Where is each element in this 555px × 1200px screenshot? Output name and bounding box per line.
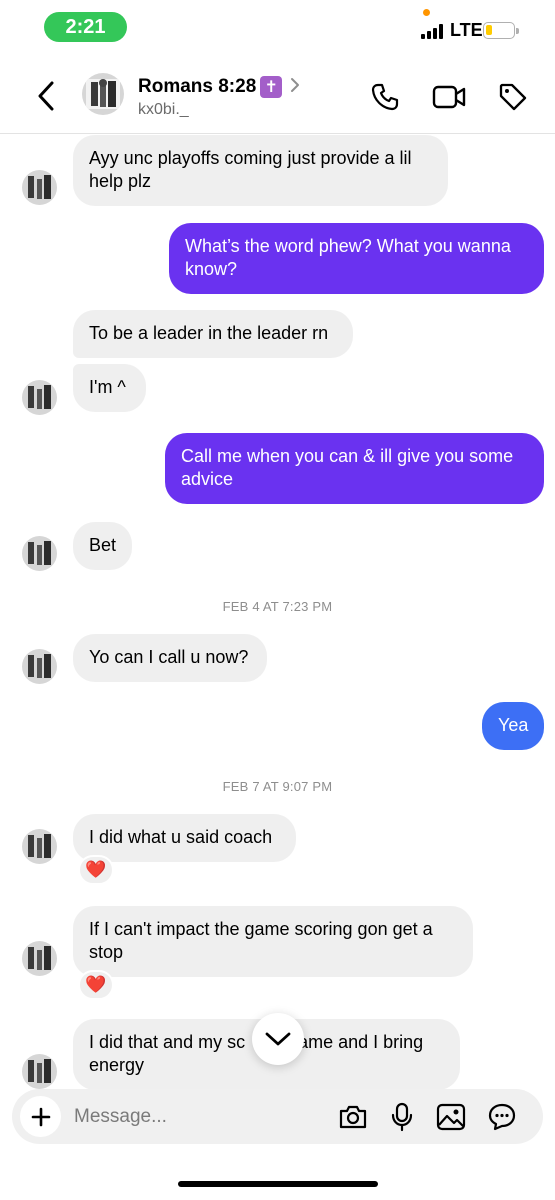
voice-call-button[interactable]: [368, 80, 402, 114]
sender-avatar[interactable]: [22, 829, 57, 864]
status-time: 2:21: [44, 12, 127, 42]
heart-reaction[interactable]: ❤️: [78, 970, 114, 1000]
cross-emoji: ✝: [260, 76, 283, 98]
camera-button[interactable]: [337, 1101, 369, 1133]
network-label: LTE: [450, 20, 483, 40]
incoming-message[interactable]: Ayy unc playoffs coming just provide a l…: [73, 135, 448, 206]
date-divider: FEB 4 AT 7:23 PM: [222, 599, 333, 614]
message-thread[interactable]: Ayy unc playoffs coming just provide a l…: [0, 135, 555, 1090]
sender-avatar[interactable]: [22, 1054, 57, 1089]
tag-icon: [499, 83, 527, 111]
microphone-icon: [391, 1102, 413, 1132]
chevron-right-icon[interactable]: [288, 76, 302, 94]
status-bar: 2:21 LTE: [0, 0, 555, 56]
sender-avatar[interactable]: [22, 380, 57, 415]
sticker-button[interactable]: [486, 1101, 518, 1133]
incoming-message[interactable]: I'm ^: [73, 364, 146, 412]
chat-header: Romans 8:28 ✝ kx0bi._: [0, 56, 555, 134]
contact-name-text: Romans 8:28: [138, 76, 257, 97]
contact-handle: kx0bi._: [138, 101, 189, 118]
plus-icon: [31, 1107, 50, 1126]
label-button[interactable]: [496, 80, 530, 114]
date-divider: FEB 7 AT 9:07 PM: [222, 779, 333, 794]
incoming-message[interactable]: To be a leader in the leader rn: [73, 310, 353, 358]
chat-bubble-icon: [488, 1103, 516, 1131]
message-composer: [12, 1089, 543, 1144]
image-icon: [436, 1103, 466, 1131]
camera-icon: [339, 1105, 367, 1129]
video-call-button[interactable]: [432, 80, 466, 114]
outgoing-message[interactable]: What’s the word phew? What you wanna kno…: [169, 223, 544, 294]
incoming-message[interactable]: If I can't impact the game scoring gon g…: [73, 906, 473, 977]
home-indicator: [178, 1181, 378, 1187]
outgoing-message[interactable]: Call me when you can & ill give you some…: [165, 433, 544, 504]
phone-icon: [371, 83, 399, 111]
outgoing-message[interactable]: Yea: [482, 702, 544, 750]
chevron-down-icon: [265, 1032, 291, 1046]
chevron-left-icon: [38, 81, 54, 111]
contact-name[interactable]: Romans 8:28 ✝: [138, 76, 283, 98]
message-text: I did that and my sc: [89, 1032, 246, 1052]
gallery-button[interactable]: [435, 1101, 467, 1133]
signal-icon: [421, 24, 443, 39]
incoming-message[interactable]: Yo can I call u now?: [73, 634, 267, 682]
battery-icon: [483, 22, 519, 39]
mic-indicator-dot: [423, 9, 430, 16]
scroll-to-bottom-button[interactable]: [252, 1013, 304, 1065]
sender-avatar[interactable]: [22, 170, 57, 205]
incoming-message[interactable]: I did what u said coach: [73, 814, 296, 862]
contact-avatar[interactable]: [82, 73, 124, 115]
back-button[interactable]: [30, 78, 62, 114]
message-input[interactable]: [74, 1089, 324, 1144]
sender-avatar[interactable]: [22, 649, 57, 684]
video-camera-icon: [432, 85, 466, 109]
add-button[interactable]: [20, 1096, 61, 1137]
sender-avatar[interactable]: [22, 536, 57, 571]
heart-reaction[interactable]: ❤️: [78, 855, 114, 885]
sender-avatar[interactable]: [22, 941, 57, 976]
incoming-message[interactable]: Bet: [73, 522, 132, 570]
voice-message-button[interactable]: [386, 1101, 418, 1133]
